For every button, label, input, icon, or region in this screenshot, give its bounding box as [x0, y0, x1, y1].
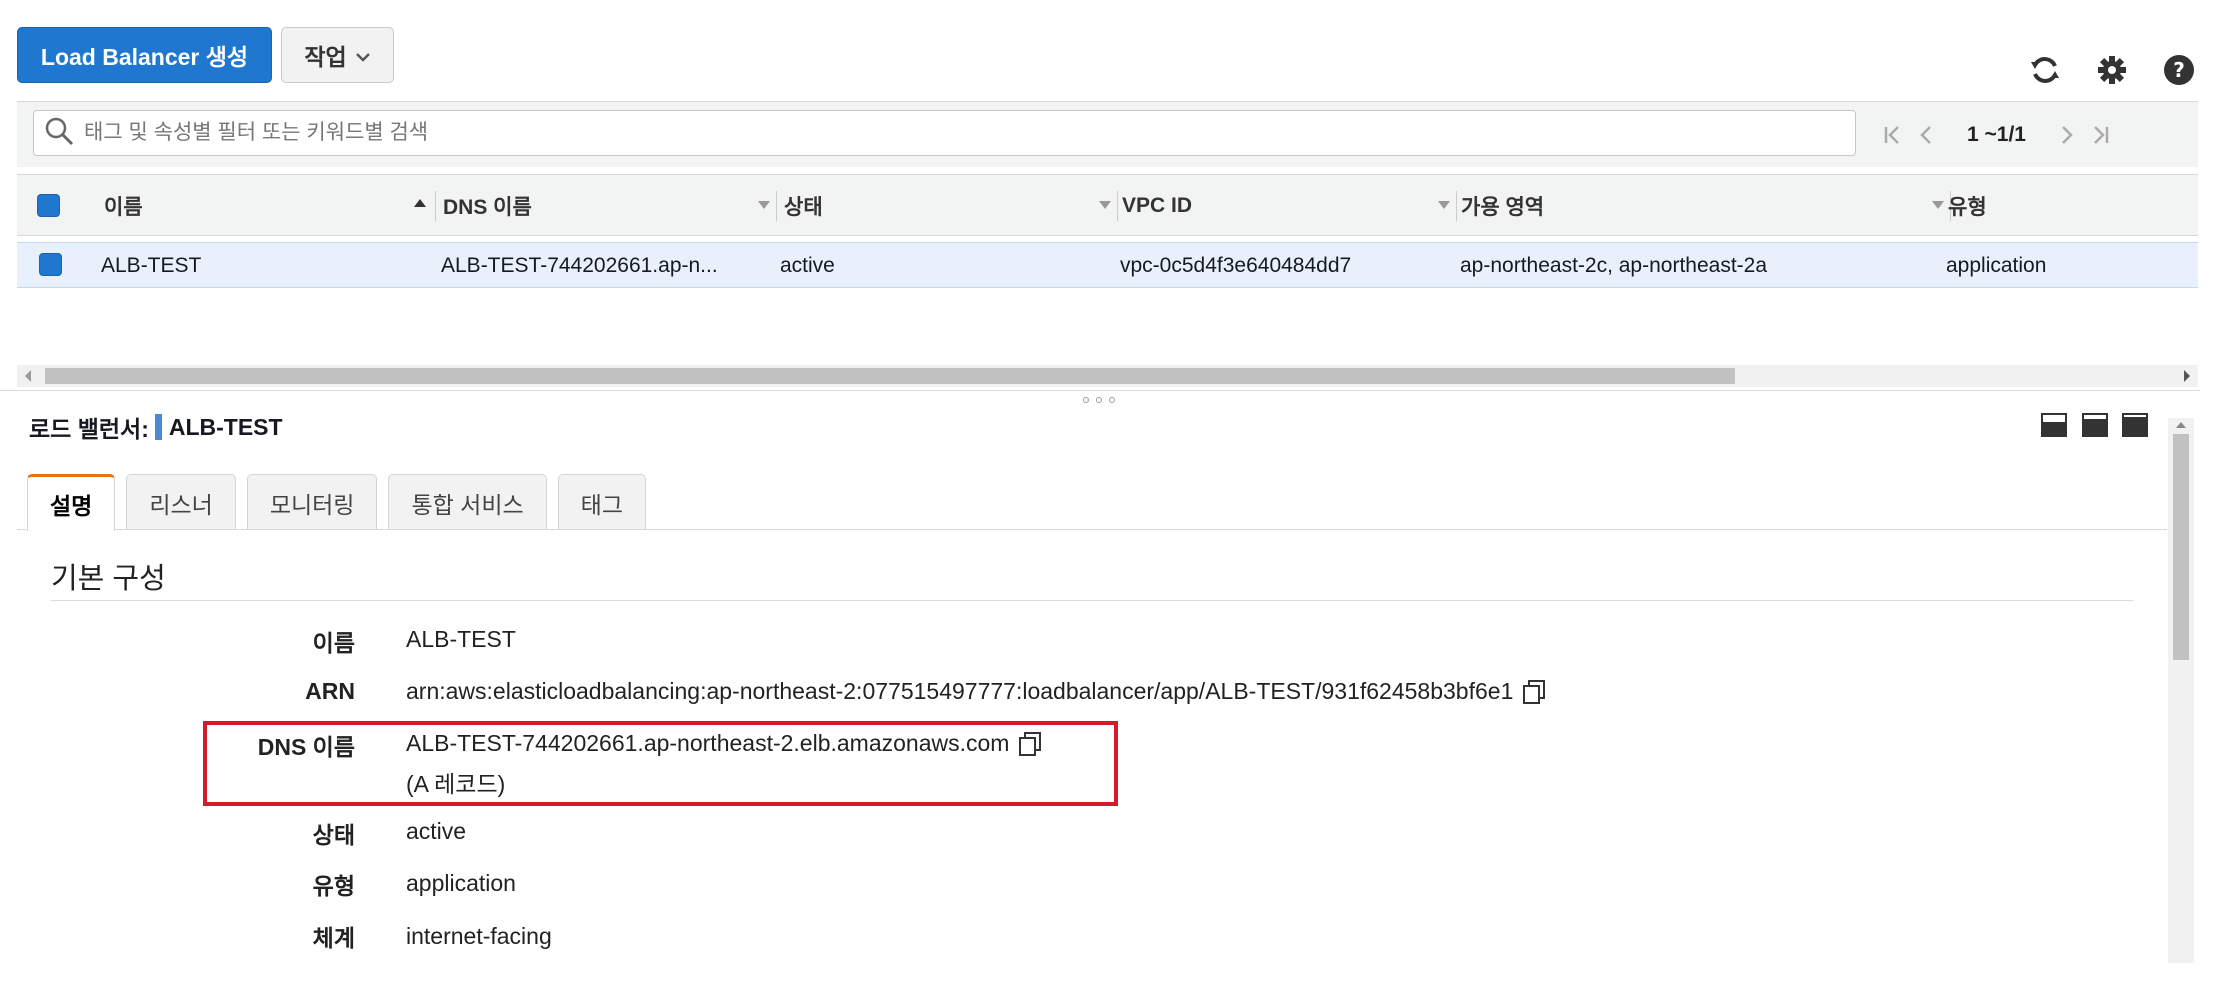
tab-description[interactable]: 설명	[27, 474, 116, 531]
arn-text: arn:aws:elasticloadbalancing:ap-northeas…	[406, 678, 1514, 704]
field-label-scheme: 체계	[312, 925, 355, 951]
cell-state: active	[780, 254, 835, 277]
field-label-arn: ARN	[305, 678, 355, 704]
section-title: 기본 구성	[51, 563, 166, 595]
detail-tabs: 설명 리스너 모니터링 통합 서비스 태그	[27, 474, 646, 531]
section-divider	[51, 600, 2133, 601]
detail-title-name: ALB-TEST	[168, 413, 283, 440]
tab-divider	[17, 529, 2167, 530]
vertical-scrollbar[interactable]	[2168, 418, 2194, 963]
sort-caret-icon	[1932, 201, 1944, 209]
detail-title-prefix: 로드 밸런서:	[29, 416, 149, 442]
table-header: 이름 DNS 이름 상태 VPC ID 가용 영역 유형	[17, 174, 2198, 236]
cell-dns: ALB-TEST-744202661.ap-n...	[441, 254, 718, 277]
scroll-up-icon[interactable]	[2176, 422, 2186, 428]
create-load-balancer-button[interactable]: Load Balancer 생성	[17, 27, 272, 83]
field-value-scheme: internet-facing	[406, 923, 552, 949]
field-value-state: active	[406, 818, 467, 844]
column-header-type[interactable]: 유형	[1948, 175, 2188, 237]
tab-tags[interactable]: 태그	[557, 474, 646, 530]
scrollbar-thumb[interactable]	[2173, 434, 2189, 660]
search-input[interactable]	[84, 121, 1784, 145]
field-value-name: ALB-TEST	[406, 626, 516, 652]
scroll-right-icon[interactable]	[2184, 370, 2190, 382]
tab-integrated-services[interactable]: 통합 서비스	[388, 474, 547, 530]
cell-type: application	[1946, 254, 2047, 277]
previous-page-icon[interactable]	[1909, 118, 1943, 152]
refresh-icon[interactable]	[2027, 52, 2063, 88]
layout-full-icon[interactable]	[2122, 413, 2148, 437]
tab-monitoring[interactable]: 모니터링	[246, 474, 378, 530]
field-label-type: 유형	[312, 873, 355, 899]
horizontal-scrollbar[interactable]	[17, 365, 2198, 387]
select-all-checkbox[interactable]	[37, 194, 60, 217]
chevron-down-icon	[355, 42, 371, 69]
layout-split-icon[interactable]	[2082, 413, 2108, 437]
create-button-label: Load Balancer 생성	[40, 44, 249, 70]
resize-handle-icon[interactable]	[1083, 397, 1115, 403]
cell-availability-zone: ap-northeast-2c, ap-northeast-2a	[1460, 254, 1768, 277]
cell-vpc-id: vpc-0c5d4f3e640484dd7	[1120, 254, 1352, 277]
table-row[interactable]: ALB-TEST ALB-TEST-744202661.ap-n... acti…	[17, 242, 2198, 288]
row-checkbox[interactable]	[39, 253, 62, 276]
actions-button-label: 작업	[304, 44, 347, 70]
sort-caret-icon	[758, 201, 770, 209]
column-header-vpc-id[interactable]: VPC ID	[1122, 175, 1457, 237]
layout-bottom-icon[interactable]	[2041, 413, 2067, 437]
sort-caret-icon	[1099, 201, 1111, 209]
status-bar-icon	[154, 414, 162, 440]
sort-ascending-icon	[414, 199, 426, 207]
search-box[interactable]	[33, 110, 1856, 156]
tab-listeners[interactable]: 리스너	[126, 474, 236, 530]
page-range: 1 ~1/1	[1967, 123, 2026, 146]
column-header-availability-zone[interactable]: 가용 영역	[1461, 175, 1951, 237]
column-header-state[interactable]: 상태	[784, 175, 1118, 237]
scroll-left-icon[interactable]	[25, 370, 31, 382]
sort-caret-icon	[1438, 201, 1450, 209]
scrollbar-thumb[interactable]	[45, 368, 1735, 384]
field-label-name: 이름	[312, 630, 355, 656]
actions-dropdown-button[interactable]: 작업	[281, 27, 394, 83]
field-value-type: application	[406, 870, 516, 896]
panel-splitter[interactable]	[0, 390, 2200, 391]
detail-title: 로드 밸런서: ALB-TEST	[29, 410, 283, 444]
copy-icon[interactable]	[1521, 679, 1547, 705]
last-page-icon[interactable]	[2084, 118, 2118, 152]
field-value-arn: arn:aws:elasticloadbalancing:ap-northeas…	[406, 678, 1547, 705]
first-page-icon[interactable]	[1875, 118, 1909, 152]
field-label-state: 상태	[312, 822, 355, 848]
highlight-box	[203, 721, 1118, 806]
next-page-icon[interactable]	[2050, 118, 2084, 152]
column-header-dns[interactable]: DNS 이름	[443, 175, 777, 237]
svg-text:?: ?	[2173, 58, 2185, 82]
column-header-name[interactable]: 이름	[104, 175, 436, 237]
search-icon	[34, 116, 84, 151]
pagination: 1 ~1/1	[1875, 115, 2118, 155]
help-icon[interactable]: ?	[2161, 52, 2197, 88]
gear-icon[interactable]	[2094, 52, 2130, 88]
cell-name: ALB-TEST	[101, 254, 202, 277]
